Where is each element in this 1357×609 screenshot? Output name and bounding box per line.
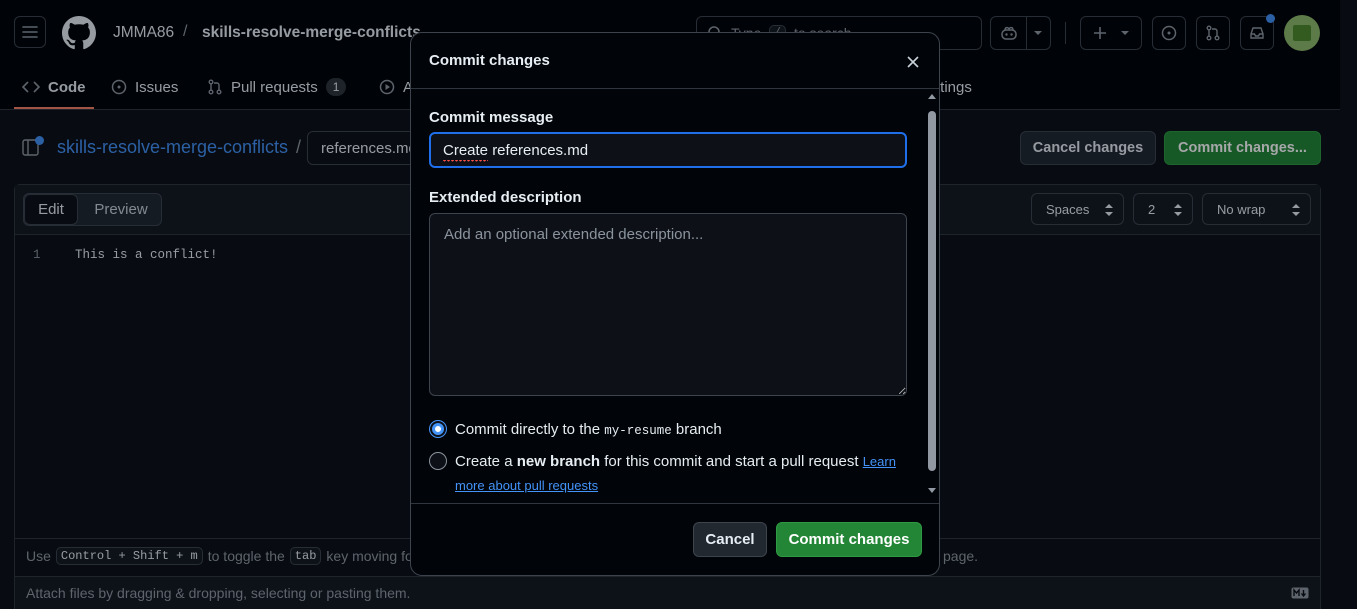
option2-suffix: for this commit and start a pull request [604, 453, 859, 470]
option2-bold: new branch [516, 453, 601, 470]
learn-more-link-part1[interactable]: Learn [863, 454, 896, 469]
close-button[interactable] [904, 53, 922, 71]
option1-prefix: Commit directly to the [455, 421, 601, 438]
option1-suffix: branch [675, 421, 722, 438]
learn-more-link-part2[interactable]: more about pull requests [455, 478, 598, 493]
cancel-button[interactable]: Cancel [693, 522, 767, 557]
commit-direct-label[interactable]: Commit directly to the my-resume branch [455, 418, 722, 443]
scroll-down-icon [928, 488, 936, 493]
extended-description-label: Extended description [429, 189, 582, 206]
new-branch-label[interactable]: Create a new branch for this commit and … [455, 450, 915, 498]
scroll-up-icon [928, 94, 936, 99]
new-branch-radio[interactable] [429, 452, 447, 470]
option2-prefix: Create a [455, 453, 513, 470]
dialog-header-divider [411, 88, 939, 89]
scrollbar-thumb[interactable] [928, 111, 936, 471]
branch-name: my-resume [604, 424, 672, 438]
commit-message-label: Commit message [429, 109, 554, 126]
extended-description-textarea[interactable] [429, 213, 907, 396]
dialog-scrollbar[interactable] [925, 89, 939, 501]
dialog-title: Commit changes [429, 52, 550, 69]
close-icon [907, 56, 919, 68]
dialog-footer-divider [411, 503, 939, 504]
commit-direct-radio[interactable] [429, 420, 447, 438]
commit-changes-dialog: Commit changes Commit message Extended d… [410, 32, 940, 576]
spellcheck-underline [443, 160, 488, 163]
commit-message-input[interactable] [429, 132, 907, 168]
commit-changes-button[interactable]: Commit changes [776, 522, 922, 557]
